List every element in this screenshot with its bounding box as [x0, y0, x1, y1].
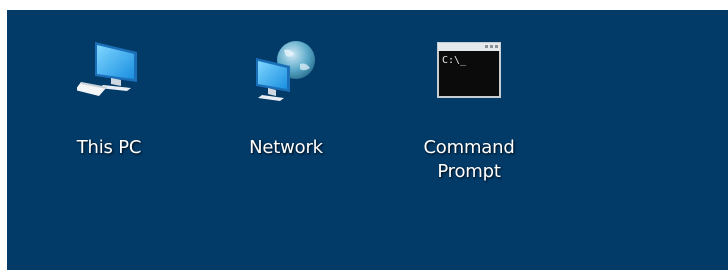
command-prompt-icon: C:\_ — [437, 42, 501, 98]
desktop-icon-label: This PC — [76, 137, 142, 158]
desktop: This PC Network C:\_ Command Prompt — [7, 10, 728, 270]
command-prompt-icon-text: C:\_ — [442, 55, 467, 66]
desktop-icon-label: Network — [249, 137, 323, 158]
desktop-icon-network[interactable]: Network — [236, 10, 336, 210]
computer-icon — [77, 42, 137, 96]
desktop-icon-label: Command Prompt — [423, 137, 515, 182]
desktop-icon-command-prompt[interactable]: C:\_ Command Prompt — [419, 10, 519, 210]
desktop-icon-this-pc[interactable]: This PC — [59, 10, 159, 210]
network-icon — [256, 41, 315, 101]
